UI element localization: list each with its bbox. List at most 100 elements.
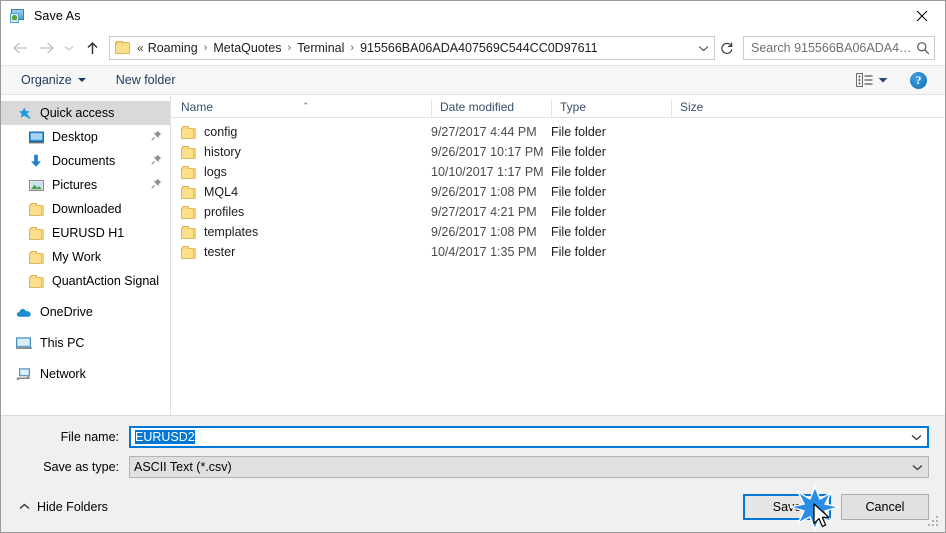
chevron-down-icon bbox=[64, 45, 74, 51]
sidebar-item-this-pc[interactable]: This PC bbox=[1, 331, 170, 355]
cancel-button[interactable]: Cancel bbox=[841, 494, 929, 520]
folder-icon bbox=[181, 165, 196, 179]
table-row[interactable]: logs 10/10/2017 1:17 PM File folder bbox=[171, 162, 945, 182]
search-icon bbox=[917, 42, 930, 55]
help-icon[interactable]: ? bbox=[910, 71, 927, 89]
resize-grip[interactable] bbox=[928, 516, 940, 528]
table-row[interactable]: profiles 9/27/2017 4:21 PM File folder bbox=[171, 202, 945, 222]
file-date-cell: 9/26/2017 1:08 PM bbox=[431, 185, 537, 199]
table-row[interactable]: templates 9/26/2017 1:08 PM File folder bbox=[171, 222, 945, 242]
refresh-button[interactable] bbox=[715, 36, 739, 60]
file-type-cell: File folder bbox=[551, 225, 606, 239]
folder-icon bbox=[27, 249, 45, 265]
column-header-size[interactable]: Size bbox=[671, 100, 747, 117]
sidebar-item-network[interactable]: Network bbox=[1, 362, 170, 386]
file-name-row: File name: EURUSD2 bbox=[17, 426, 929, 448]
pin-icon[interactable] bbox=[151, 130, 162, 144]
file-name-dropdown-button[interactable] bbox=[905, 434, 927, 441]
save-as-type-dropdown-button[interactable] bbox=[906, 464, 928, 471]
save-as-type-select[interactable]: ASCII Text (*.csv) bbox=[129, 456, 929, 478]
folder-icon bbox=[27, 201, 45, 217]
chevron-down-icon bbox=[698, 45, 708, 51]
recent-locations-button[interactable] bbox=[59, 35, 79, 61]
breadcrumb-metaquotes[interactable]: MetaQuotes bbox=[212, 41, 282, 55]
sidebar-item-pictures[interactable]: Pictures bbox=[1, 173, 170, 197]
address-dropdown-button[interactable] bbox=[692, 37, 714, 59]
breadcrumb-roaming[interactable]: Roaming bbox=[147, 41, 199, 55]
file-date-cell: 10/4/2017 1:35 PM bbox=[431, 245, 537, 259]
save-as-icon bbox=[10, 8, 26, 24]
sidebar-item-label: Network bbox=[40, 367, 86, 381]
file-list: Name ⌃ Date modified Type Size config 9/… bbox=[171, 95, 945, 415]
hide-folders-button[interactable]: Hide Folders bbox=[19, 500, 108, 514]
file-name-value[interactable]: EURUSD2 bbox=[131, 430, 905, 444]
file-name-input[interactable]: EURUSD2 bbox=[129, 426, 929, 448]
forward-button[interactable] bbox=[33, 35, 59, 61]
organize-button[interactable]: Organize bbox=[15, 70, 92, 90]
file-name-cell: tester bbox=[171, 245, 431, 259]
close-button[interactable] bbox=[899, 1, 945, 31]
column-label: Date modified bbox=[440, 99, 515, 114]
breadcrumb-separator[interactable]: › bbox=[282, 42, 296, 54]
folder-icon bbox=[181, 145, 196, 159]
sidebar-item-my-work[interactable]: My Work bbox=[1, 245, 170, 269]
navigation-bar: « Roaming › MetaQuotes › Terminal › 9155… bbox=[1, 31, 945, 65]
column-header-name[interactable]: Name ⌃ bbox=[171, 100, 431, 117]
column-header-type[interactable]: Type bbox=[551, 100, 671, 117]
file-type-cell: File folder bbox=[551, 245, 606, 259]
sidebar-item-quantaction-signal[interactable]: QuantAction Signal bbox=[1, 269, 170, 293]
breadcrumb-overflow[interactable]: « bbox=[136, 41, 147, 55]
column-header-date-modified[interactable]: Date modified bbox=[431, 100, 551, 117]
file-name: history bbox=[204, 145, 241, 159]
chevron-down-icon bbox=[912, 464, 922, 470]
organize-label: Organize bbox=[21, 73, 72, 87]
title-bar: Save As bbox=[1, 1, 945, 31]
breadcrumb-terminal[interactable]: Terminal bbox=[296, 41, 345, 55]
file-type-cell: File folder bbox=[551, 205, 606, 219]
breadcrumb-separator[interactable]: › bbox=[199, 42, 213, 54]
sidebar-item-label: My Work bbox=[52, 250, 102, 264]
window-title: Save As bbox=[34, 9, 81, 23]
sidebar-item-desktop[interactable]: Desktop bbox=[1, 125, 170, 149]
breadcrumb-separator[interactable]: › bbox=[345, 42, 359, 54]
table-row[interactable]: config 9/27/2017 4:44 PM File folder bbox=[171, 122, 945, 142]
save-label: Save bbox=[772, 500, 802, 514]
new-folder-button[interactable]: New folder bbox=[110, 70, 182, 90]
download-arrow-icon bbox=[27, 153, 45, 169]
sidebar-item-label: Documents bbox=[52, 154, 116, 168]
file-name: config bbox=[204, 125, 238, 139]
save-button[interactable]: Save bbox=[743, 494, 831, 520]
up-button[interactable] bbox=[79, 35, 105, 61]
table-row[interactable]: MQL4 9/26/2017 1:08 PM File folder bbox=[171, 182, 945, 202]
sidebar-item-documents[interactable]: Documents bbox=[1, 149, 170, 173]
address-bar[interactable]: « Roaming › MetaQuotes › Terminal › 9155… bbox=[109, 36, 715, 60]
file-name-cell: profiles bbox=[171, 205, 431, 219]
folder-icon bbox=[181, 245, 196, 259]
file-type-cell: File folder bbox=[551, 145, 606, 159]
save-form: File name: EURUSD2 Save as type: ASCII T… bbox=[1, 415, 945, 532]
sidebar-item-quick-access[interactable]: Quick access bbox=[1, 101, 170, 125]
back-button[interactable] bbox=[7, 35, 33, 61]
search-box[interactable]: Search 915566BA06ADA40756... bbox=[743, 36, 935, 60]
pin-icon[interactable] bbox=[151, 154, 162, 168]
onedrive-cloud-icon bbox=[15, 304, 33, 320]
dialog-body: Quick access Desktop Documents Pictures … bbox=[1, 95, 945, 415]
breadcrumb-terminal-guid[interactable]: 915566BA06ADA407569C544CC0D97611 bbox=[359, 41, 598, 55]
sidebar-item-label: EURUSD H1 bbox=[52, 226, 125, 240]
folder-icon bbox=[181, 185, 196, 199]
table-row[interactable]: tester 10/4/2017 1:35 PM File folder bbox=[171, 242, 945, 262]
file-name: profiles bbox=[204, 205, 245, 219]
file-date-cell: 9/27/2017 4:21 PM bbox=[431, 205, 537, 219]
sidebar-item-onedrive[interactable]: OneDrive bbox=[1, 300, 170, 324]
close-icon bbox=[916, 10, 928, 22]
table-row[interactable]: history 9/26/2017 10:17 PM File folder bbox=[171, 142, 945, 162]
search-input[interactable]: Search 915566BA06ADA40756... bbox=[751, 41, 913, 55]
pin-icon[interactable] bbox=[151, 178, 162, 192]
file-name-label: File name: bbox=[60, 430, 119, 444]
view-layout-icon bbox=[856, 73, 873, 87]
save-as-type-value: ASCII Text (*.csv) bbox=[134, 460, 232, 474]
new-folder-label: New folder bbox=[115, 73, 176, 87]
sidebar-item-downloaded[interactable]: Downloaded bbox=[1, 197, 170, 221]
change-view-button[interactable] bbox=[852, 71, 892, 89]
sidebar-item-eurusd-h1[interactable]: EURUSD H1 bbox=[1, 221, 170, 245]
